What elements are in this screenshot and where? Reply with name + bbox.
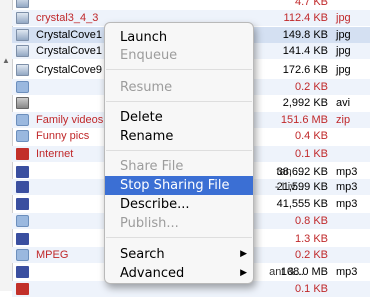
- menu-item-describe[interactable]: Describe...: [105, 195, 253, 214]
- menu-item-share-file: Share File: [120, 159, 184, 174]
- table-row[interactable]: 4.7 KB: [12, 0, 370, 10]
- image-icon: [16, 45, 29, 57]
- file-size: 21,599 KB: [276, 181, 328, 193]
- video-icon: [16, 97, 29, 109]
- red-file-icon: [16, 283, 29, 295]
- file-type: jpg: [336, 45, 351, 57]
- folder-icon: [16, 249, 29, 261]
- image-icon: [16, 12, 29, 24]
- collapse-arrow-icon[interactable]: ▲: [2, 56, 10, 65]
- submenu-arrow-icon: ▶: [240, 249, 247, 259]
- folder-icon: [16, 114, 29, 126]
- file-type: mp3: [336, 166, 358, 178]
- menu-separator: [106, 101, 252, 102]
- file-size: 172.6 KB: [282, 64, 328, 76]
- file-size: 0.2 KB: [294, 249, 328, 261]
- menu-item-publish: Publish...: [120, 216, 179, 231]
- submenu-arrow-icon: ▶: [240, 268, 247, 278]
- red-file-icon: [16, 148, 29, 160]
- file-type: mp3: [336, 266, 358, 278]
- menu-item-label: Search: [120, 247, 165, 262]
- menu-separator: [106, 150, 252, 151]
- mp3-file-icon: [16, 233, 29, 245]
- file-size: 1.3 KB: [294, 233, 328, 245]
- image-icon: [16, 64, 29, 76]
- file-size: 0.2 KB: [294, 81, 328, 93]
- file-size: 0.8 KB: [294, 215, 328, 227]
- file-size: 0.4 KB: [294, 130, 328, 142]
- file-size: 0.1 KB: [294, 283, 328, 295]
- file-size: 4.7 KB: [294, 0, 328, 8]
- file-type: jpg: [336, 12, 351, 24]
- file-type: avi: [336, 97, 351, 109]
- file-size: 112.4 KB: [283, 12, 328, 24]
- menu-item-enqueue: Enqueue: [120, 48, 178, 63]
- file-type: mp3: [336, 181, 358, 193]
- menu-item-rename[interactable]: Rename: [105, 127, 253, 146]
- menu-item-advanced[interactable]: Advanced ▶: [105, 264, 253, 283]
- file-size: 41,555 KB: [276, 198, 328, 210]
- file-size: 38,692 KB: [276, 166, 328, 178]
- menu-item-delete[interactable]: Delete: [105, 108, 253, 127]
- audio-icon: [16, 266, 29, 278]
- file-size: 141.4 KB: [282, 45, 328, 57]
- menu-item-resume: Resume: [120, 80, 173, 95]
- file-type: jpg: [336, 64, 351, 76]
- menu-item-launch[interactable]: Launch: [105, 28, 253, 47]
- audio-icon: [16, 181, 29, 193]
- menu-item-stop-sharing-file[interactable]: Stop Sharing File: [105, 176, 253, 195]
- menu-separator: [106, 237, 252, 238]
- file-size: 149.8 KB: [282, 29, 328, 41]
- folder-icon: [16, 130, 29, 142]
- file-size: 2,992 KB: [282, 97, 328, 109]
- file-size: 108.0 MB: [280, 266, 328, 278]
- folder-icon: [16, 81, 29, 93]
- menu-item-search[interactable]: Search ▶: [105, 245, 253, 264]
- audio-icon: [16, 166, 29, 178]
- file-type: zip: [336, 114, 351, 126]
- folder-icon: [16, 215, 29, 227]
- audio-icon: [16, 198, 29, 210]
- file-size: 151.6 MB: [280, 114, 328, 126]
- file-type: jpg: [336, 29, 351, 41]
- file-type: mp3: [336, 198, 358, 210]
- image-icon: [16, 0, 29, 8]
- image-icon: [16, 29, 29, 41]
- menu-separator: [106, 69, 252, 70]
- file-size: 0.1 KB: [294, 148, 328, 160]
- context-menu: Launch Enqueue Resume Delete Rename Shar…: [104, 22, 254, 284]
- menu-item-label: Advanced: [120, 266, 185, 281]
